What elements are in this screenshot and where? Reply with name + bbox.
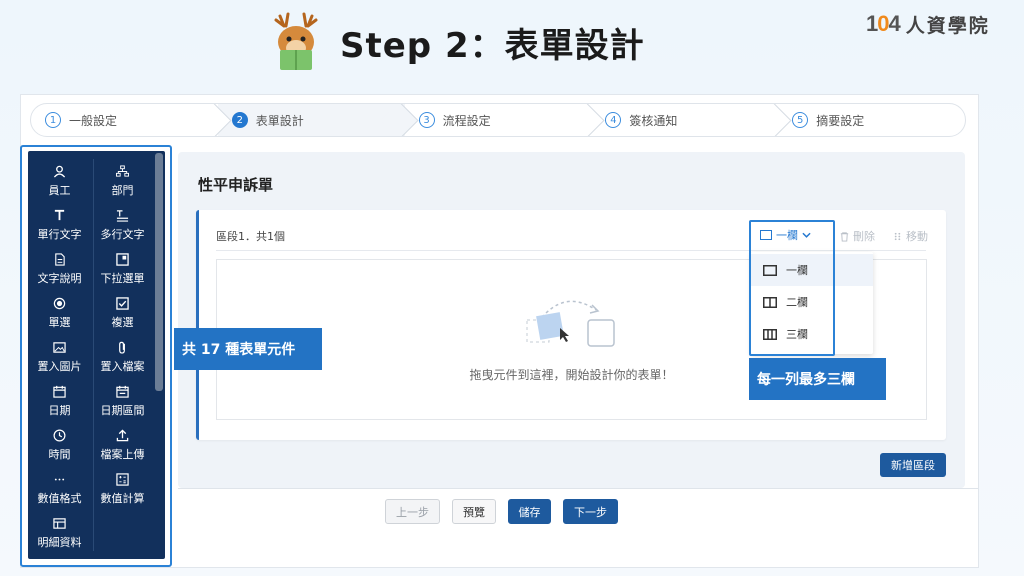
form-title: 性平申訴單: [198, 176, 274, 194]
step-label: 一般設定: [69, 113, 118, 128]
add-section-button[interactable]: 新增區段: [880, 453, 946, 477]
delete-section-button[interactable]: 刪除: [839, 228, 875, 244]
step-number: 4: [605, 112, 622, 128]
step-number: 1: [45, 112, 61, 128]
brand-logo: 104 人資學院: [866, 10, 990, 38]
step-general[interactable]: 1 一般設定: [31, 104, 218, 136]
step-label: 表單設計: [255, 113, 304, 128]
callout-max-columns: 每一列最多三欄: [749, 358, 886, 400]
step-label: 流程設定: [442, 113, 491, 128]
section-label: 區段1．共1個: [216, 230, 285, 243]
column-dropdown-highlight: [749, 220, 835, 356]
trash-icon: [840, 231, 849, 242]
callout-component-count: 共 17 種表單元件: [174, 328, 322, 370]
save-button[interactable]: 儲存: [508, 499, 551, 524]
brand-name: 人資學院: [905, 14, 990, 37]
step-number: 2: [231, 112, 248, 128]
footer-divider: [178, 488, 978, 489]
step-label: 摘要設定: [816, 113, 865, 128]
delete-label: 刪除: [853, 230, 875, 243]
step-number: 3: [418, 112, 435, 128]
next-step-button[interactable]: 下一步: [563, 499, 618, 524]
preview-button[interactable]: 預覽: [452, 499, 496, 524]
deer-mascot-icon: [274, 12, 318, 70]
step-label: 簽核通知: [629, 113, 678, 128]
step-notification[interactable]: 4 簽核通知: [591, 104, 778, 136]
step-summary[interactable]: 5 摘要設定: [778, 104, 965, 136]
move-section-button[interactable]: 移動: [892, 228, 928, 244]
page-title: Step 2：表單設計: [340, 26, 645, 66]
palette-highlight: [20, 145, 172, 567]
step-number: 5: [792, 112, 809, 128]
drag-handle-icon: [894, 232, 901, 240]
wizard-stepper: 1 一般設定 2 表單設計 3 流程設定 4 簽核通知 5 摘要設定: [30, 103, 966, 137]
move-label: 移動: [906, 230, 928, 243]
step-flow[interactable]: 3 流程設定: [405, 104, 592, 136]
brand-number: 104: [866, 11, 901, 36]
step-form-design[interactable]: 2 表單設計: [217, 104, 405, 136]
drag-drop-illustration-icon: [526, 300, 615, 347]
prev-step-button[interactable]: 上一步: [385, 499, 440, 524]
